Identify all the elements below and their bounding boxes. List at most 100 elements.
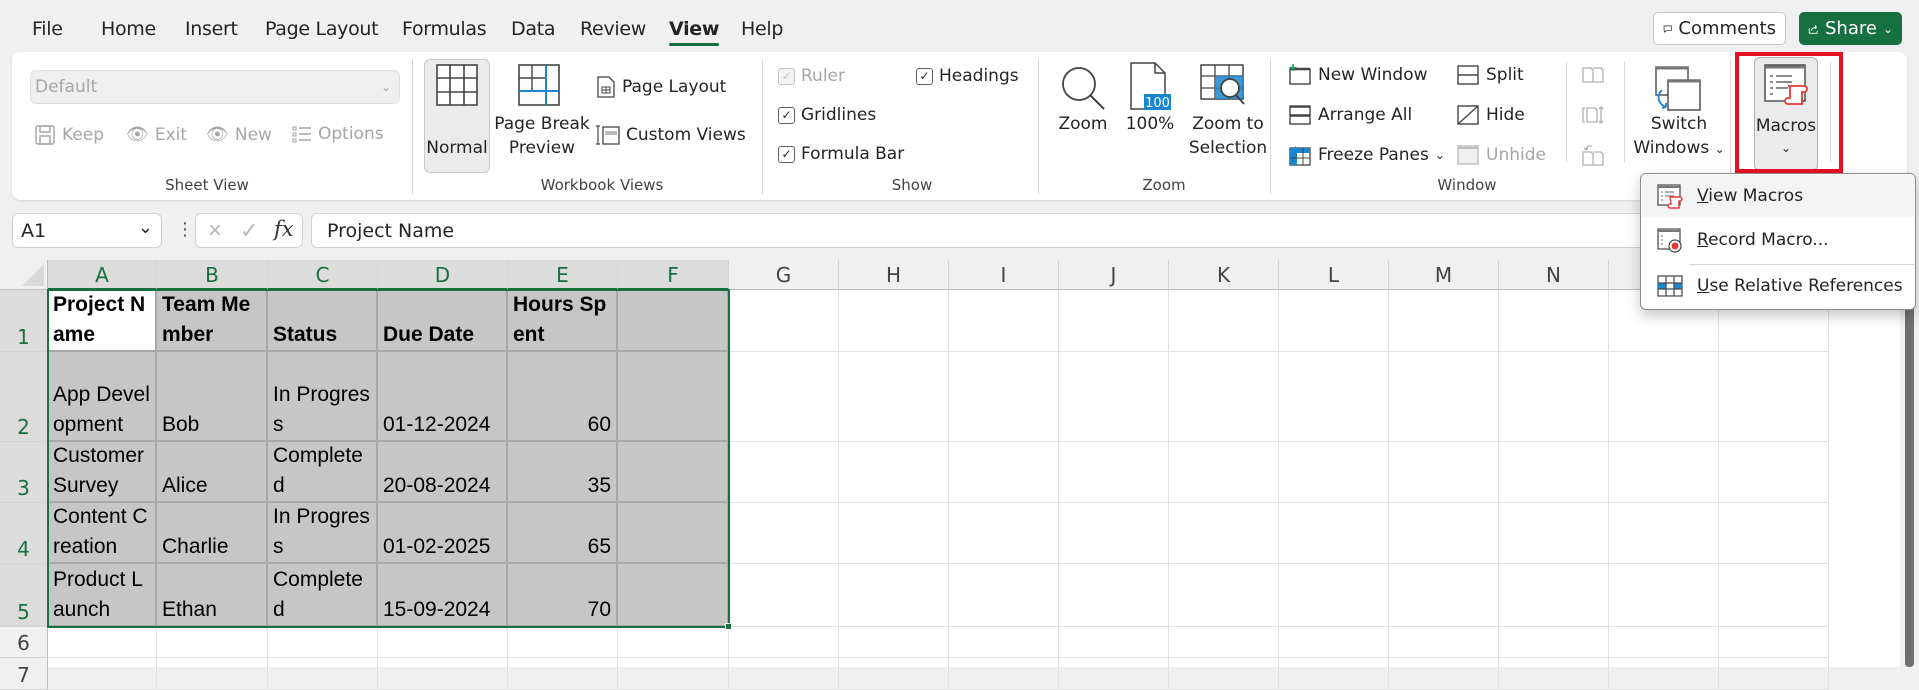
freeze-panes-button[interactable]: * Freeze Panes ⌄ (1288, 144, 1445, 166)
cell-a2[interactable]: App Development (48, 352, 157, 442)
sheet-view-dropdown[interactable]: Default ⌄ (30, 70, 400, 104)
cell-p4[interactable] (1719, 503, 1829, 564)
cell-n7[interactable] (1499, 658, 1609, 690)
arrange-all-button[interactable]: Arrange All (1288, 104, 1412, 126)
cell-g5[interactable] (729, 564, 839, 627)
cell-c1[interactable]: Status (268, 290, 378, 352)
cell-c2[interactable]: In Progress (268, 352, 378, 442)
cell-d2[interactable]: 01-12-2024 (378, 352, 508, 442)
view-side-by-side-icon[interactable] (1582, 66, 1604, 84)
cell-p5[interactable] (1719, 564, 1829, 627)
cell-n6[interactable] (1499, 627, 1609, 658)
column-header-i[interactable]: I (949, 260, 1059, 290)
cell-d1[interactable]: Due Date (378, 290, 508, 352)
cell-m1[interactable] (1389, 290, 1499, 352)
cell-f4[interactable] (618, 503, 729, 564)
cell-h4[interactable] (839, 503, 949, 564)
column-header-h[interactable]: H (839, 260, 949, 290)
cell-a3[interactable]: Customer Survey (48, 442, 157, 503)
cell-j4[interactable] (1059, 503, 1169, 564)
cancel-icon[interactable]: × (208, 217, 222, 245)
cell-k3[interactable] (1169, 442, 1279, 503)
cell-l1[interactable] (1279, 290, 1389, 352)
column-header-g[interactable]: G (729, 260, 839, 290)
cell-m2[interactable] (1389, 352, 1499, 442)
cell-c3[interactable]: Completed (268, 442, 378, 503)
tab-file[interactable]: File (32, 18, 63, 40)
insert-function-icon[interactable]: fx (274, 217, 294, 241)
cell-e1[interactable]: Hours Spent (508, 290, 618, 352)
cell-m6[interactable] (1389, 627, 1499, 658)
cell-p2[interactable] (1719, 352, 1829, 442)
row-header-3[interactable]: 3 (0, 442, 48, 503)
cell-p6[interactable] (1719, 627, 1829, 658)
column-header-k[interactable]: K (1169, 260, 1279, 290)
cell-f1[interactable] (618, 290, 729, 352)
cell-o5[interactable] (1609, 564, 1719, 627)
cell-h7[interactable] (839, 658, 949, 690)
cell-h6[interactable] (839, 627, 949, 658)
cell-f2[interactable] (618, 352, 729, 442)
cell-c5[interactable]: Completed (268, 564, 378, 627)
cell-m4[interactable] (1389, 503, 1499, 564)
cell-n1[interactable] (1499, 290, 1609, 352)
cell-g6[interactable] (729, 627, 839, 658)
cell-i6[interactable] (949, 627, 1059, 658)
page-layout-button[interactable]: Page Layout (596, 76, 726, 98)
cell-k1[interactable] (1169, 290, 1279, 352)
tab-help[interactable]: Help (741, 18, 783, 40)
more-options-icon[interactable]: ⋮ (176, 220, 194, 238)
tab-formulas[interactable]: Formulas (402, 18, 487, 40)
vertical-scrollbar[interactable] (1900, 290, 1919, 667)
row-header-5[interactable]: 5 (0, 564, 48, 627)
cell-a6[interactable] (48, 627, 157, 658)
tab-page-layout[interactable]: Page Layout (265, 18, 379, 40)
cell-b4[interactable]: Charlie (157, 503, 268, 564)
select-all-button[interactable] (0, 260, 48, 290)
cell-b1[interactable]: Team Member (157, 290, 268, 352)
cell-o3[interactable] (1609, 442, 1719, 503)
cell-a1[interactable]: Project Name (48, 290, 157, 352)
cell-l3[interactable] (1279, 442, 1389, 503)
cell-c7[interactable] (268, 658, 378, 690)
cell-j2[interactable] (1059, 352, 1169, 442)
row-header-6[interactable]: 6 (0, 627, 48, 658)
cell-a5[interactable]: Product Launch (48, 564, 157, 627)
cell-b2[interactable]: Bob (157, 352, 268, 442)
column-header-c[interactable]: C (268, 260, 378, 290)
cell-o6[interactable] (1609, 627, 1719, 658)
scrollbar-thumb[interactable] (1905, 290, 1914, 667)
cell-n2[interactable] (1499, 352, 1609, 442)
cell-g1[interactable] (729, 290, 839, 352)
row-header-2[interactable]: 2 (0, 352, 48, 442)
cell-g2[interactable] (729, 352, 839, 442)
tab-data[interactable]: Data (511, 18, 555, 40)
cell-m5[interactable] (1389, 564, 1499, 627)
cell-d4[interactable]: 01-02-2025 (378, 503, 508, 564)
cell-g3[interactable] (729, 442, 839, 503)
fill-handle[interactable] (725, 623, 732, 630)
column-header-l[interactable]: L (1279, 260, 1389, 290)
cell-f6[interactable] (618, 627, 729, 658)
enter-icon[interactable]: ✓ (240, 218, 258, 244)
cell-g7[interactable] (729, 658, 839, 690)
cell-l6[interactable] (1279, 627, 1389, 658)
new-sheet-view-button[interactable]: 👁 New (206, 124, 272, 145)
tab-insert[interactable]: Insert (185, 18, 238, 40)
cell-k2[interactable] (1169, 352, 1279, 442)
cell-i4[interactable] (949, 503, 1059, 564)
cell-j6[interactable] (1059, 627, 1169, 658)
column-header-f[interactable]: F (618, 260, 729, 290)
unhide-button[interactable]: Unhide (1456, 144, 1546, 166)
cell-k6[interactable] (1169, 627, 1279, 658)
cell-j7[interactable] (1059, 658, 1169, 690)
cell-e4[interactable]: 65 (508, 503, 618, 564)
row-header-4[interactable]: 4 (0, 503, 48, 564)
cell-h3[interactable] (839, 442, 949, 503)
name-box[interactable]: A1 ⌄ (12, 213, 162, 248)
cell-b3[interactable]: Alice (157, 442, 268, 503)
cell-n4[interactable] (1499, 503, 1609, 564)
cell-o2[interactable] (1609, 352, 1719, 442)
menu-item-use-relative-references[interactable]: Use Relative References (1642, 265, 1914, 307)
cell-h2[interactable] (839, 352, 949, 442)
